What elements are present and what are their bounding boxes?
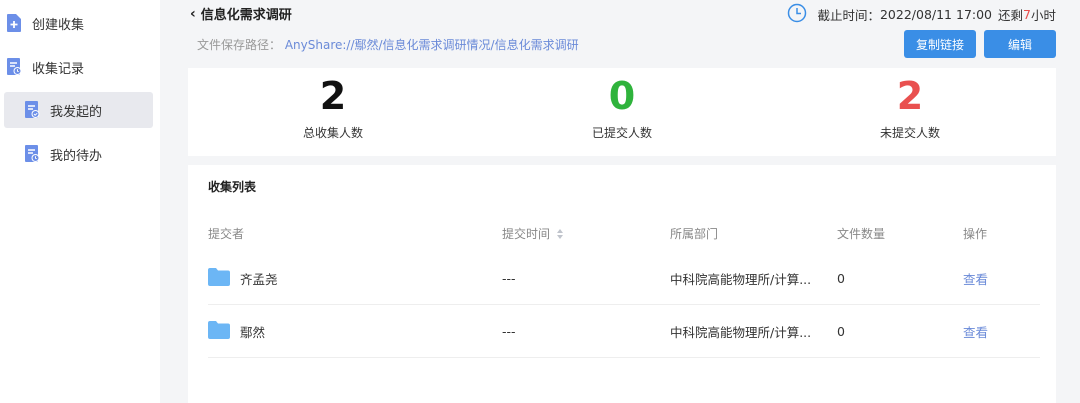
folder-icon	[208, 321, 230, 342]
column-header-time-label: 提交时间	[502, 227, 551, 241]
column-header-department: 所属部门	[670, 227, 719, 241]
stat-unsubmitted: 2 未提交人数	[810, 68, 1010, 141]
back-link[interactable]: ‹ 信息化需求调研	[190, 4, 292, 24]
submitter-name: 鄢然	[240, 325, 266, 340]
sidebar-item-initiated[interactable]: 我发起的	[4, 92, 153, 128]
sort-icon[interactable]	[556, 228, 564, 240]
file-count: 0	[837, 324, 845, 339]
initiated-document-icon	[24, 101, 40, 119]
submit-time: ---	[502, 324, 516, 339]
chevron-left-icon: ‹	[190, 5, 196, 22]
todo-document-icon	[24, 145, 40, 163]
remain-suffix: 小时	[1030, 8, 1056, 23]
stat-unsubmitted-label: 未提交人数	[879, 126, 940, 140]
stats-card: 2 总收集人数 0 已提交人数 2 未提交人数	[188, 68, 1056, 156]
list-title: 收集列表	[208, 180, 257, 194]
submitter-name: 齐孟尧	[240, 272, 278, 287]
column-header-submitter: 提交者	[208, 227, 245, 241]
deadline-info: 截止时间： 2022/08/11 17:00 还剩 7 小时	[787, 3, 1056, 26]
remain-hours: 7	[1023, 7, 1031, 22]
sidebar-item-todo[interactable]: 我的待办	[24, 143, 149, 165]
edit-button[interactable]: 编辑	[984, 30, 1056, 58]
table-row: 鄢然 --- 中科院高能物理所/计算... 0 查看	[208, 305, 1040, 358]
deadline-label: 截止时间：	[817, 8, 880, 23]
stat-submitted-label: 已提交人数	[591, 126, 652, 140]
folder-icon	[208, 268, 230, 289]
stat-total-label: 总收集人数	[302, 126, 363, 140]
stat-unsubmitted-value: 2	[896, 74, 924, 118]
collection-list-card: 收集列表 提交者 提交时间 所属部门 文件数量 操作 齐孟尧 --- 中科院高能…	[188, 165, 1056, 403]
add-document-icon	[6, 14, 22, 32]
sidebar-item-label: 我发起的	[50, 104, 103, 120]
submit-time: ---	[502, 271, 516, 286]
sidebar-item-label: 收集记录	[32, 61, 85, 77]
remain-prefix: 还剩	[998, 8, 1024, 23]
save-path-link[interactable]: AnyShare://鄢然/信息化需求调研情况/信息化需求调研	[285, 38, 579, 52]
record-document-icon	[6, 58, 22, 76]
stat-total: 2 总收集人数	[233, 68, 433, 141]
submitter-cell: 齐孟尧	[208, 252, 278, 305]
stat-total-value: 2	[319, 74, 347, 118]
column-header-action: 操作	[963, 227, 988, 241]
department: 中科院高能物理所/计算...	[670, 272, 812, 287]
sidebar-item-records[interactable]: 收集记录	[6, 56, 146, 78]
save-path: 文件保存路径： AnyShare://鄢然/信息化需求调研情况/信息化需求调研	[197, 36, 579, 53]
clock-icon	[787, 3, 807, 26]
department: 中科院高能物理所/计算...	[670, 325, 812, 340]
sidebar-item-label: 创建收集	[32, 17, 85, 33]
sidebar: 创建收集 收集记录 我发起的 我的待办	[0, 0, 160, 403]
submitter-cell: 鄢然	[208, 305, 265, 358]
stat-submitted-value: 0	[608, 74, 636, 118]
copy-link-button[interactable]: 复制链接	[904, 30, 976, 58]
stat-submitted: 0 已提交人数	[522, 68, 722, 141]
sidebar-item-label: 我的待办	[50, 148, 103, 164]
file-count: 0	[837, 271, 845, 286]
view-link[interactable]: 查看	[963, 305, 988, 358]
view-link[interactable]: 查看	[963, 252, 988, 305]
sidebar-item-create[interactable]: 创建收集	[6, 12, 146, 34]
deadline-value: 2022/08/11 17:00	[879, 7, 993, 22]
column-header-time[interactable]: 提交时间	[502, 225, 564, 242]
page-title: 信息化需求调研	[200, 8, 292, 23]
table-row: 齐孟尧 --- 中科院高能物理所/计算... 0 查看	[208, 252, 1040, 305]
save-path-label: 文件保存路径：	[197, 38, 282, 52]
column-header-file-count: 文件数量	[837, 227, 886, 241]
